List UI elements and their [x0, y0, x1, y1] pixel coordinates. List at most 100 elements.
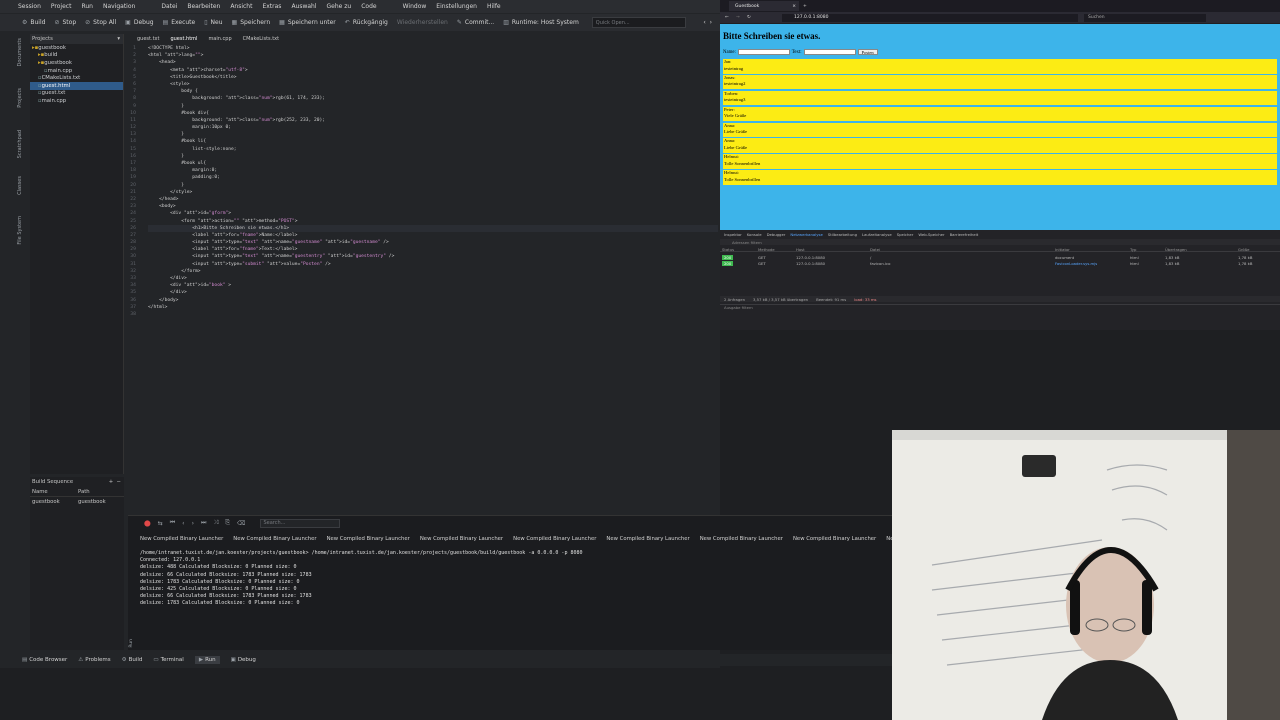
menu-project[interactable]: Project: [51, 3, 72, 10]
guestentry-input[interactable]: [803, 49, 856, 55]
runtime-selector[interactable]: ▥ Runtime: Host System: [503, 19, 579, 26]
menu-code[interactable]: Code: [361, 3, 376, 10]
code-line[interactable]: <title>Guestbook</title>: [148, 74, 718, 81]
next-icon[interactable]: ›: [192, 520, 194, 527]
network-column-header[interactable]: Status: [722, 247, 734, 252]
code-line[interactable]: }: [148, 182, 718, 189]
reload-icon[interactable]: ↻: [747, 15, 751, 20]
code-line[interactable]: <label "att">for="fname">Name:</label>: [148, 232, 718, 239]
tree-item[interactable]: ▫ main.cpp: [30, 67, 123, 75]
build-sequence-row[interactable]: guestbook guestbook: [30, 497, 124, 506]
code-line[interactable]: <div "att">id="gform">: [148, 210, 718, 217]
tree-item[interactable]: ▫ guest.html: [30, 81, 123, 90]
launcher-tab[interactable]: New Compiled Binary Launcher: [140, 536, 223, 545]
code-line[interactable]: <head>: [148, 59, 718, 66]
network-request-row[interactable]: 200 GET 127.0.0.1:8080 favicon.ico FaviconLo…: [720, 260, 1280, 266]
network-column-header[interactable]: Typ: [1130, 247, 1136, 252]
undo-button[interactable]: ↶ Rückgängig: [345, 19, 388, 26]
back-icon[interactable]: ←: [725, 15, 729, 20]
code-line[interactable]: padding:0;: [148, 174, 718, 181]
minus-icon[interactable]: −: [117, 479, 121, 485]
code-line[interactable]: #book li{: [148, 138, 718, 145]
network-column-header[interactable]: Methode: [758, 247, 775, 252]
code-line[interactable]: <!DOCTYPE html>: [148, 45, 718, 52]
url-bar[interactable]: 127.0.0.1:8080: [782, 13, 1078, 22]
code-line[interactable]: <div "att">id="book" >: [148, 282, 718, 289]
code-line[interactable]: </div>: [148, 275, 718, 282]
stop-all-button[interactable]: ⊘ Stop All: [85, 19, 116, 26]
code-line[interactable]: #book div{: [148, 110, 718, 117]
menu-einstellungen[interactable]: Einstellungen: [436, 3, 477, 10]
browser-tab[interactable]: Guestbook ×: [729, 1, 799, 11]
launcher-tab[interactable]: New Compiled Binary Launcher: [327, 536, 410, 545]
devtools-tab[interactable]: Stilbearbeitung: [828, 232, 857, 237]
code-editor[interactable]: <!DOCTYPE html> <html "att">lang=""> <hea…: [148, 45, 718, 505]
code-line[interactable]: body {: [148, 88, 718, 95]
launcher-tab[interactable]: New Compiled Binary Launcher: [420, 536, 503, 545]
tree-item[interactable]: ▫ main.cpp: [30, 97, 123, 105]
tree-item[interactable]: ▸▪ guestbook: [30, 59, 123, 67]
clear-icon[interactable]: ⌫: [237, 520, 245, 527]
menu-bearbeiten[interactable]: Bearbeiten: [187, 3, 220, 10]
rerun-icon[interactable]: ⇆: [158, 520, 163, 527]
code-line[interactable]: }: [148, 153, 718, 160]
collapse-icon[interactable]: ⤨: [213, 519, 218, 527]
menu-run[interactable]: Run: [81, 3, 93, 10]
forward-icon[interactable]: →: [736, 15, 740, 20]
build-button[interactable]: ⚙ Build: [22, 19, 45, 26]
network-filter[interactable]: Adressen filtern: [720, 239, 1280, 245]
tree-item[interactable]: ▫ guest.txt: [30, 90, 123, 98]
toolview-build[interactable]: ⚙ Build: [122, 657, 143, 663]
devtools-tab[interactable]: Barrierefreiheit: [950, 232, 979, 237]
chevron-left-icon[interactable]: ‹: [703, 19, 705, 26]
menu-gehe-zu[interactable]: Gehe zu: [327, 3, 352, 10]
code-line[interactable]: #book ul{: [148, 160, 718, 167]
network-column-header[interactable]: Host: [796, 247, 805, 252]
prev-icon[interactable]: ‹: [182, 520, 184, 527]
devtools-tab[interactable]: Laufzeitanalyse: [862, 232, 892, 237]
network-column-header[interactable]: Übertragen: [1165, 247, 1187, 252]
code-line[interactable]: margin:0;: [148, 167, 718, 174]
network-column-header[interactable]: Datei: [870, 247, 880, 252]
devtools-tab[interactable]: Web-Speicher: [918, 232, 944, 237]
chevron-right-icon[interactable]: ›: [710, 19, 712, 26]
menu-extras[interactable]: Extras: [262, 3, 281, 10]
code-line[interactable]: </html>: [148, 304, 718, 311]
network-column-header[interactable]: Größe: [1238, 247, 1249, 252]
nav-arrows[interactable]: ‹ ›: [703, 19, 712, 26]
save-button[interactable]: ▦ Speichern: [232, 19, 271, 26]
toolview-run[interactable]: ▶ Run: [194, 656, 220, 664]
code-line[interactable]: }: [148, 103, 718, 110]
toolview-debug[interactable]: ▣ Debug: [231, 657, 256, 663]
devtools-tab[interactable]: Speicher: [897, 232, 914, 237]
code-line[interactable]: <body>: [148, 203, 718, 210]
editor-tab[interactable]: CMakeLists.txt: [243, 36, 279, 42]
copy-icon[interactable]: ⎘: [225, 519, 230, 527]
devtools-tab[interactable]: Debugger: [767, 232, 786, 237]
editor-tab[interactable]: guest.txt: [137, 36, 159, 42]
code-line[interactable]: <style>: [148, 81, 718, 88]
tree-item[interactable]: ▫ CMakeLists.txt: [30, 74, 123, 82]
save-as-button[interactable]: ▦ Speichern unter: [279, 19, 336, 26]
quick-open-input[interactable]: Quick Open...: [591, 17, 686, 28]
launcher-tab[interactable]: New Compiled Binary Launcher: [233, 536, 316, 545]
console-filter[interactable]: Ausgabe filtern: [720, 304, 1280, 310]
editor-tab[interactable]: guest.html: [170, 36, 197, 42]
new-tab-icon[interactable]: +: [803, 4, 807, 9]
close-icon[interactable]: ×: [792, 4, 796, 9]
launcher-tab[interactable]: New Compiled Binary Launcher: [793, 536, 876, 545]
tree-item[interactable]: ▸▪ guestbook: [30, 44, 123, 52]
commit-button[interactable]: ✎ Commit...: [457, 19, 494, 26]
stop-icon[interactable]: ⬤: [144, 520, 151, 527]
output-search-input[interactable]: Search...: [260, 518, 341, 528]
code-line[interactable]: </body>: [148, 297, 718, 304]
new-button[interactable]: ▯ Neu: [204, 19, 222, 26]
code-line[interactable]: }: [148, 131, 718, 138]
menu-window[interactable]: Window: [403, 3, 427, 10]
code-line[interactable]: </head>: [148, 196, 718, 203]
code-line[interactable]: background: "att">class="num">rgb(252, 2…: [148, 117, 718, 124]
guestname-input[interactable]: [737, 49, 790, 55]
code-line[interactable]: <input "att">type="text" "att">name="gue…: [148, 239, 718, 246]
code-line[interactable]: margin:10px 0;: [148, 124, 718, 131]
code-line[interactable]: <h1>Bitte Schreiben sie etwas.</h1>: [148, 224, 718, 232]
